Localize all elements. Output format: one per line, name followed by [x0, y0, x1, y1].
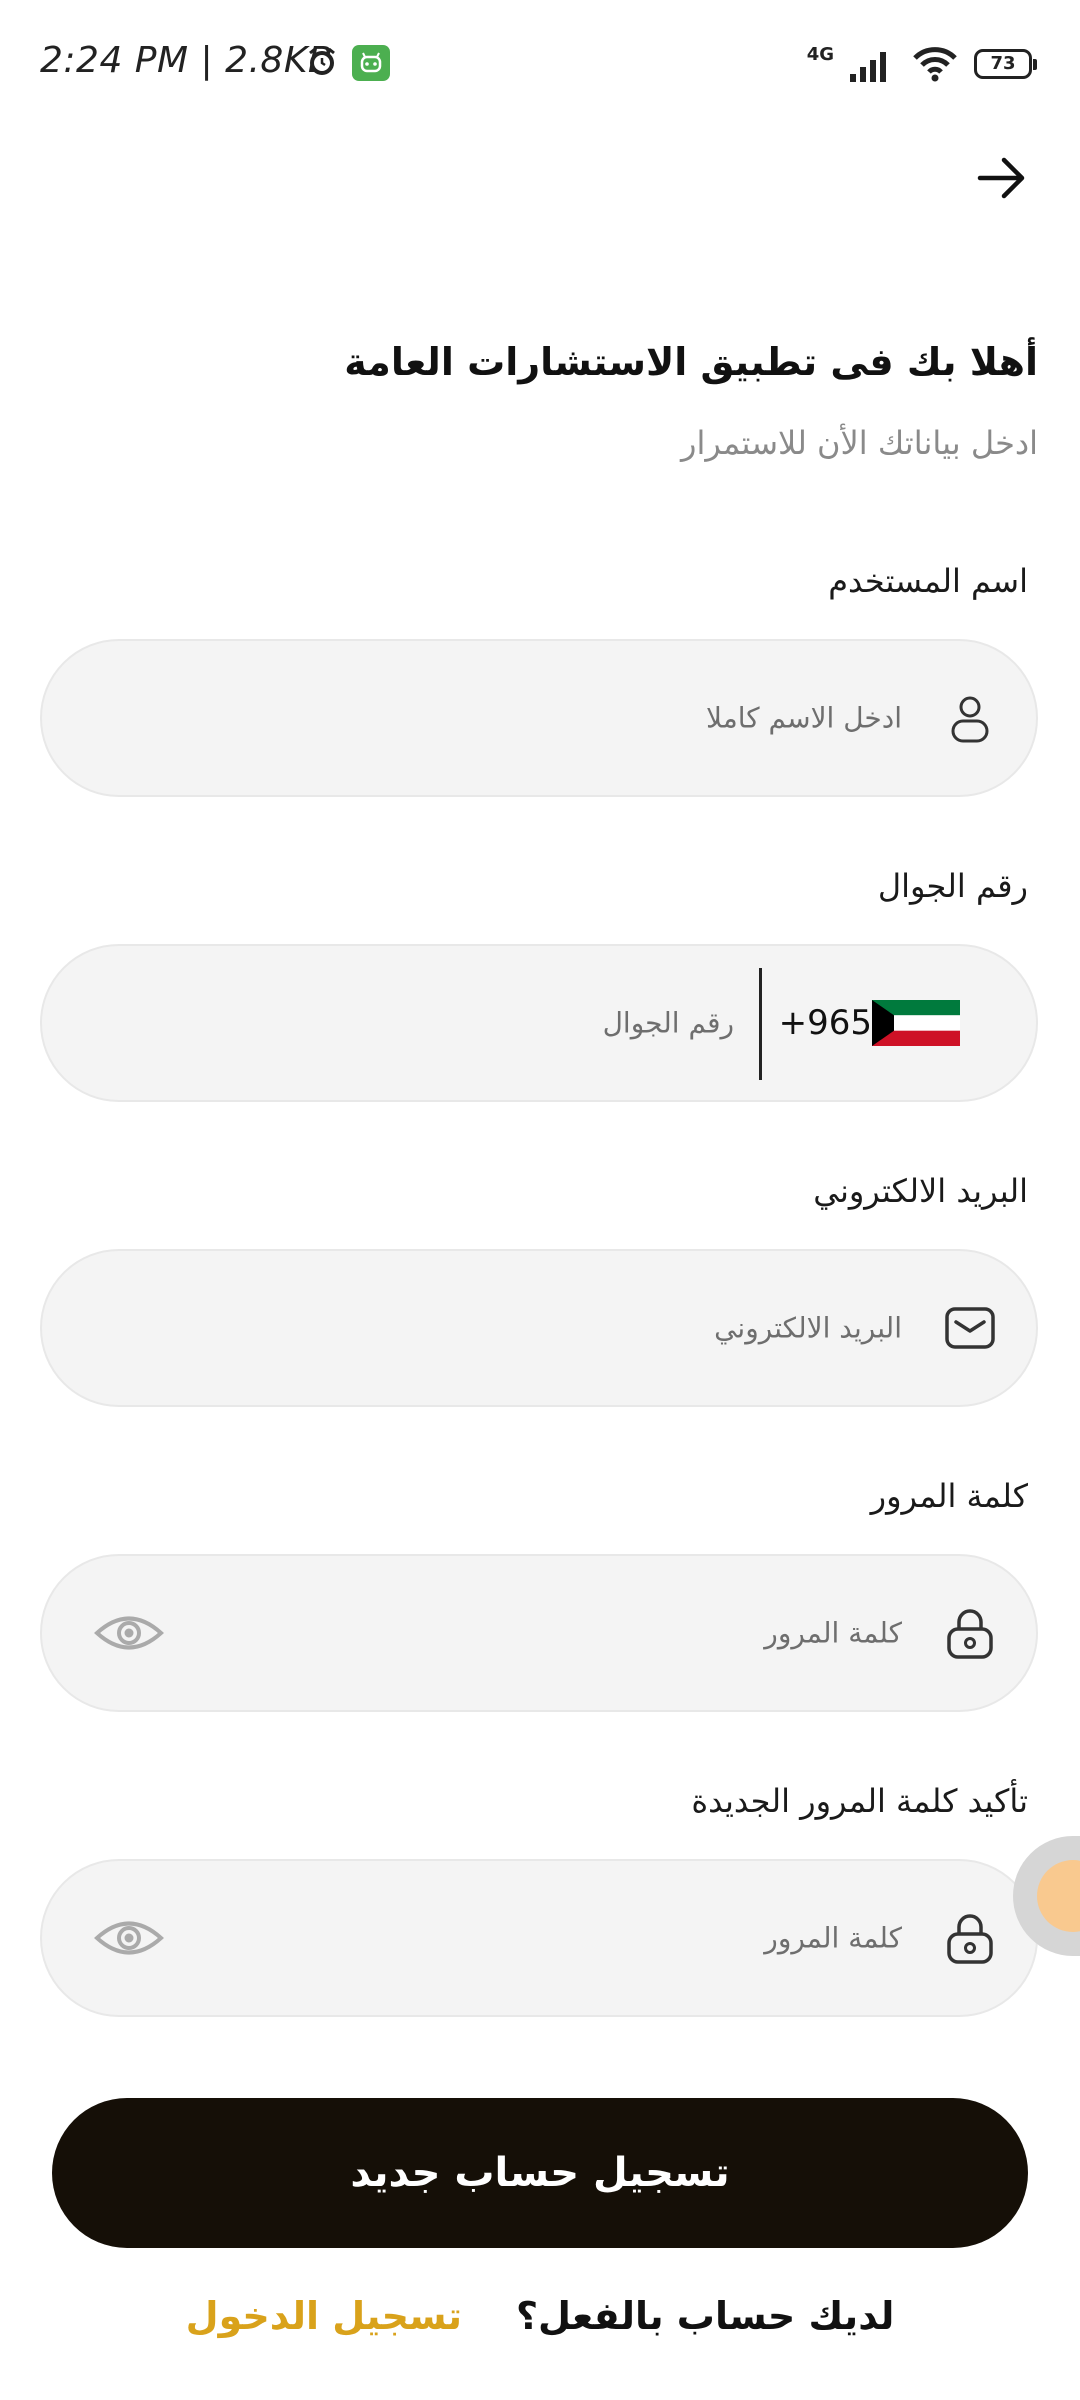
alarm-icon [309, 47, 335, 75]
status-bar: 2:24 PM | 2.8KB 4G 73 [0, 0, 1080, 128]
wifi-icon [913, 47, 957, 82]
email-label: البريد الالكتروني [813, 1172, 1028, 1210]
have-account-text: لديك حساب بالفعل؟ [516, 2294, 895, 2338]
mail-icon [945, 1307, 995, 1349]
status-indicators: 4G 73 [806, 40, 1037, 88]
login-prompt-row: لديك حساب بالفعل؟ تسجيل الدخول [0, 2294, 1080, 2338]
assistant-icon [1037, 1860, 1080, 1932]
username-placeholder: ادخل الاسم كاملا [706, 701, 902, 735]
kuwait-flag-icon[interactable] [872, 1000, 960, 1046]
lock-icon [947, 1609, 993, 1659]
signal-icon [850, 52, 886, 82]
phone-placeholder: رقم الجوال [602, 1006, 734, 1040]
password-placeholder: كلمة المرور [764, 1616, 902, 1650]
back-arrow-icon[interactable] [972, 148, 1032, 208]
country-code[interactable]: +965 [779, 1003, 872, 1043]
phone-label: رقم الجوال [877, 867, 1028, 905]
page-subtitle: ادخل بياناتك الأن للاستمرار [681, 424, 1038, 462]
username-label: اسم المستخدم [828, 562, 1028, 600]
status-time: 2:24 PM | 2.8KB [40, 40, 334, 81]
username-field[interactable]: ادخل الاسم كاملا [40, 639, 1038, 797]
eye-icon[interactable] [94, 1610, 164, 1656]
eye-icon[interactable] [94, 1915, 164, 1961]
register-button[interactable]: تسجيل حساب جديد [52, 2098, 1028, 2248]
confirm-password-label: تأكيد كلمة المرور الجديدة [691, 1782, 1028, 1820]
password-label: كلمة المرور [870, 1477, 1028, 1515]
email-field[interactable]: البريد الالكتروني [40, 1249, 1038, 1407]
confirm-password-field[interactable]: كلمة المرور [40, 1859, 1038, 2017]
email-placeholder: البريد الالكتروني [714, 1311, 902, 1345]
password-field[interactable]: كلمة المرور [40, 1554, 1038, 1712]
phone-field[interactable]: +965 رقم الجوال [40, 944, 1038, 1102]
phone-divider [759, 968, 762, 1080]
network-type: 4G [806, 43, 834, 65]
app-notification-icon [352, 45, 390, 81]
user-icon [951, 696, 989, 743]
battery-icon: 73 [974, 49, 1037, 79]
lock-icon [947, 1914, 993, 1964]
confirm-password-placeholder: كلمة المرور [764, 1921, 902, 1955]
login-link[interactable]: تسجيل الدخول [186, 2294, 462, 2338]
page-title: أهلا بك فى تطبيق الاستشارات العامة [344, 340, 1038, 384]
